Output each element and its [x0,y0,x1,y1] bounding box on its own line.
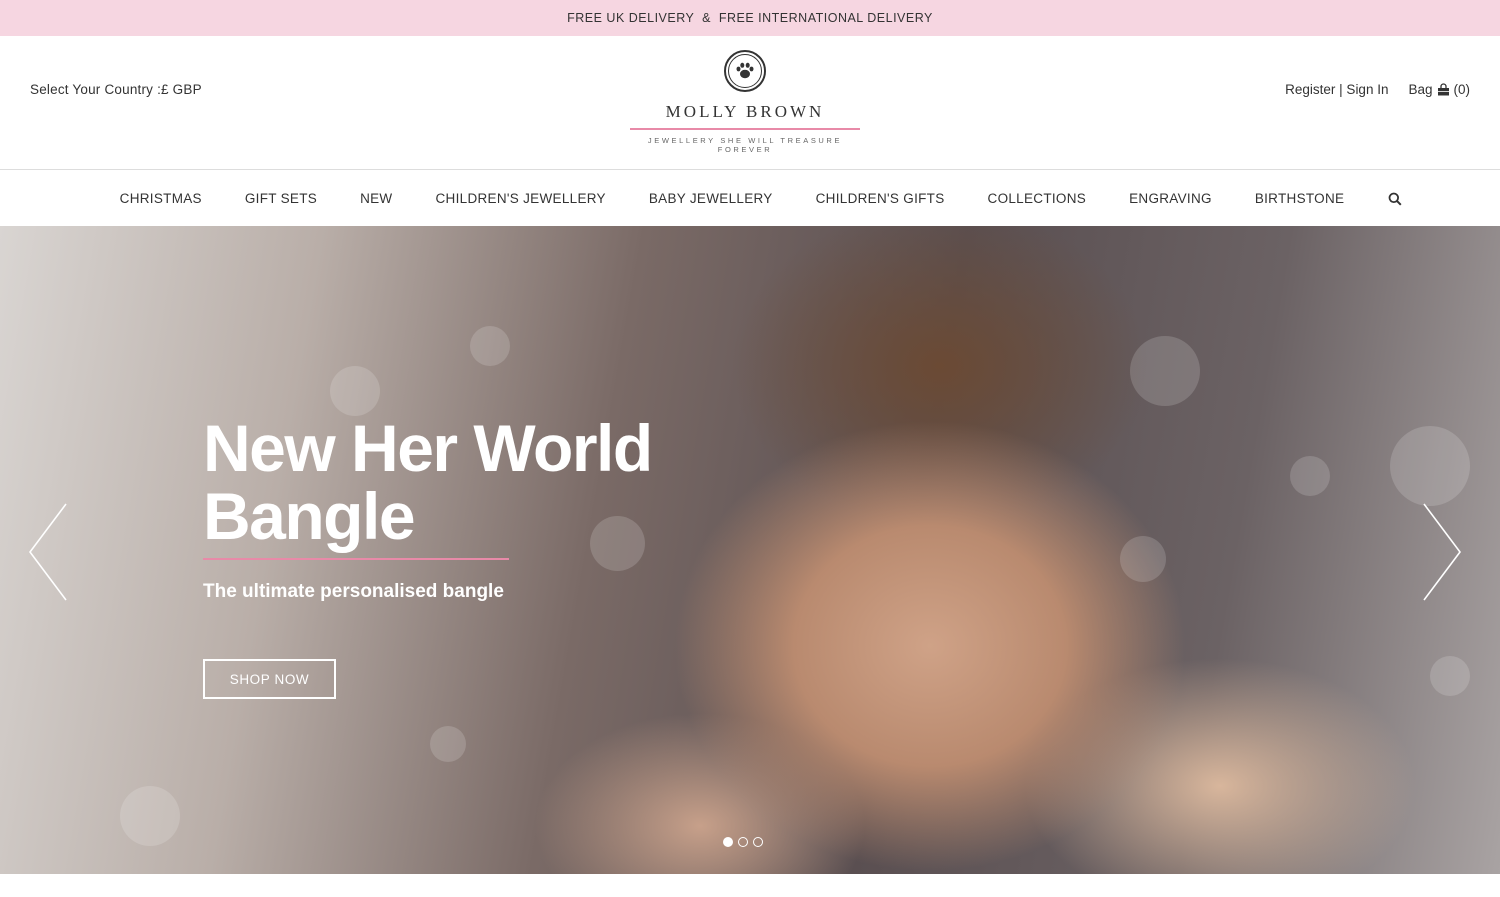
nav-item-engraving[interactable]: ENGRAVING [1129,191,1212,206]
hero-banner[interactable]: New Her World Bangle The ultimate person… [0,226,1500,874]
bokeh-light [470,326,510,366]
shop-now-button[interactable]: SHOP NOW [203,659,336,699]
logo-badge [724,50,766,92]
nav-item-collections[interactable]: COLLECTIONS [988,191,1087,206]
shopping-bag-icon [1437,83,1449,96]
logo-tagline: JEWELLERY SHE WILL TREASURE FOREVER [647,136,843,154]
hero-divider [203,558,509,560]
nav-item-christmas[interactable]: CHRISTMAS [120,191,202,206]
bokeh-light [430,726,466,762]
nav-item-childrens-gifts[interactable]: CHILDREN'S GIFTS [816,191,945,206]
carousel-dot[interactable] [738,837,748,847]
bokeh-light [1130,336,1200,406]
nav-item-gift-sets[interactable]: GIFT SETS [245,191,317,206]
nav-item-new[interactable]: NEW [360,191,392,206]
bag-label: Bag [1408,82,1433,97]
hero-title: New Her World Bangle [203,411,653,553]
bag-count: (0) [1453,82,1471,97]
promo-text: FREE UK DELIVERY & FREE INTERNATIONAL DE… [567,11,933,25]
nav-item-birthstone[interactable]: BIRTHSTONE [1255,191,1345,206]
carousel-dots [723,837,763,847]
site-header: Select Your Country :£ GBP MOLLY BROWN J… [0,36,1500,170]
carousel-dot[interactable] [723,837,733,847]
bokeh-light [330,366,380,416]
bokeh-light [1290,456,1330,496]
nav-item-childrens-jewellery[interactable]: CHILDREN'S JEWELLERY [435,191,605,206]
logo-divider [630,128,860,130]
bag-button[interactable]: Bag (0) [1408,82,1470,97]
search-icon[interactable] [1388,192,1402,206]
bokeh-light [1120,536,1166,582]
promo-bar: FREE UK DELIVERY & FREE INTERNATIONAL DE… [0,0,1500,36]
chevron-left-icon[interactable] [26,502,70,602]
main-nav: CHRISTMAS GIFT SETS NEW CHILDREN'S JEWEL… [0,171,1500,226]
logo-name: MOLLY BROWN [665,102,825,121]
country-selector[interactable]: Select Your Country :£ GBP [30,82,202,97]
account-links: Register | Sign In Bag (0) [1285,82,1470,97]
hero-subtitle: The ultimate personalised bangle [203,581,504,602]
paw-icon [728,54,762,88]
nav-item-baby-jewellery[interactable]: BABY JEWELLERY [649,191,773,206]
register-signin-link[interactable]: Register | Sign In [1285,82,1388,97]
bokeh-light [120,786,180,846]
site-logo[interactable]: MOLLY BROWN JEWELLERY SHE WILL TREASURE … [620,50,870,154]
bokeh-light [1430,656,1470,696]
bokeh-light [1390,426,1470,506]
chevron-right-icon[interactable] [1420,502,1464,602]
carousel-dot[interactable] [753,837,763,847]
